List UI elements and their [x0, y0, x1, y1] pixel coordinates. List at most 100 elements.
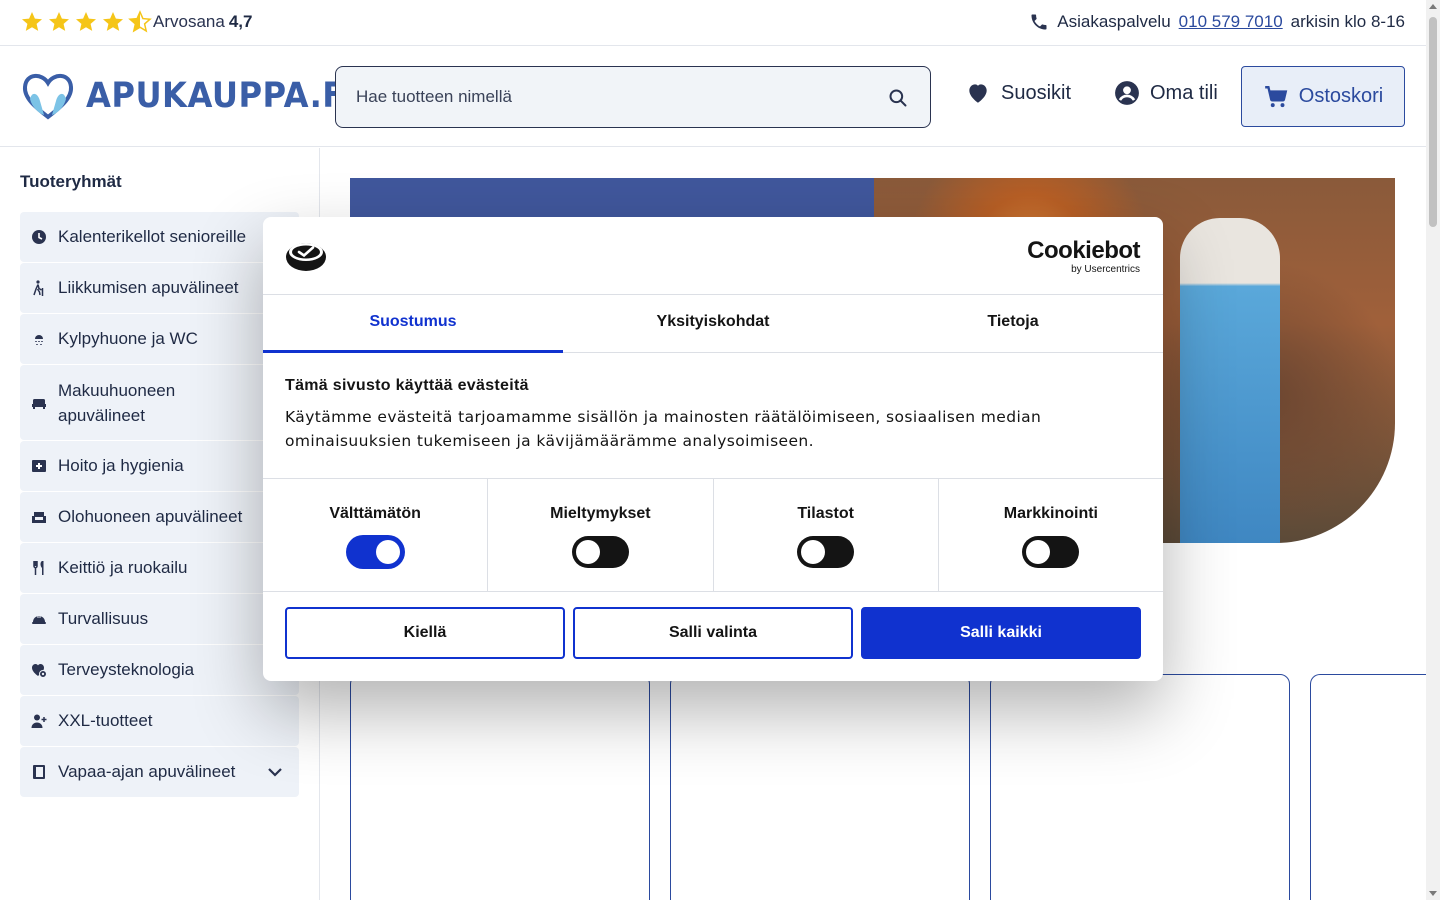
- deny-button[interactable]: Kiellä: [285, 607, 565, 659]
- toggle-label: Mieltymykset: [550, 505, 651, 522]
- sidebar-item-label: Vapaa-ajan apuvälineet: [58, 762, 236, 781]
- heart-tech-icon: [32, 664, 47, 678]
- sidebar-item-leisure[interactable]: Vapaa-ajan apuvälineet: [20, 747, 299, 797]
- sidebar-item-health-tech[interactable]: Terveysteknologia: [20, 645, 299, 695]
- allow-selection-button[interactable]: Salli valinta: [573, 607, 853, 659]
- search-box: [335, 66, 931, 128]
- consent-toggles: Välttämätön Mieltymykset Tilastot Markki…: [263, 478, 1163, 592]
- product-card[interactable]: [350, 674, 650, 900]
- toggle-preferences[interactable]: [571, 536, 629, 568]
- user-circle-icon: [1115, 81, 1139, 105]
- toggle-preferences-group: Mieltymykset: [488, 479, 714, 591]
- brand-sub: by Usercentrics: [1071, 264, 1140, 275]
- rating-stars: [20, 10, 152, 34]
- dialog-tabs: Suostumus Yksityiskohdat Tietoja: [263, 295, 1163, 353]
- search-input[interactable]: [336, 67, 930, 127]
- product-card[interactable]: [1310, 674, 1426, 900]
- scroll-thumb[interactable]: [1429, 17, 1437, 227]
- brand-name: Cookiebot: [1027, 237, 1140, 264]
- sidebar-item-bedroom[interactable]: Makuuhuoneen apuvälineet: [20, 365, 299, 440]
- dialog-body: Tämä sivusto käyttää evästeitä Käytämme …: [285, 377, 1141, 453]
- toggle-marketing[interactable]: [1022, 536, 1080, 568]
- hero-person-figure: [1180, 218, 1280, 543]
- star-icon: [22, 12, 42, 31]
- contact-label: Asiakaspalvelu: [1057, 12, 1171, 31]
- sidebar-item-label: Turvallisuus: [58, 609, 149, 628]
- cart-label: Ostoskori: [1298, 85, 1384, 107]
- user-plus-icon: [31, 714, 47, 728]
- account-label: Oma tili: [1150, 81, 1218, 104]
- account-link[interactable]: Oma tili: [1114, 80, 1218, 106]
- sidebar-item-label: Keittiö ja ruokailu: [58, 558, 188, 577]
- logo-text: APUKAUPPA.FI: [86, 76, 358, 116]
- scroll-down-arrow[interactable]: [1429, 891, 1437, 896]
- toggle-knob: [375, 540, 400, 564]
- sidebar-item-label: Kalenterikellot senioreille: [58, 227, 247, 246]
- cart-button[interactable]: Ostoskori: [1241, 66, 1405, 127]
- tab-details[interactable]: Yksityiskohdat: [563, 295, 863, 352]
- product-card[interactable]: [990, 674, 1290, 900]
- site-logo[interactable]: APUKAUPPA.FI: [20, 71, 381, 121]
- toggle-knob: [575, 540, 600, 564]
- sidebar-item-safety[interactable]: Turvallisuus: [20, 594, 299, 644]
- toggle-knob: [801, 540, 826, 564]
- star-icon: [76, 12, 96, 31]
- allow-all-button[interactable]: Salli kaikki: [861, 607, 1141, 659]
- toggle-knob: [1026, 540, 1051, 564]
- dialog-text: Käytämme evästeitä tarjoamamme sisällön …: [285, 408, 1042, 450]
- sidebar-item-label: Terveysteknologia: [58, 660, 195, 679]
- sidebar-item-care-hygiene[interactable]: Hoito ja hygienia: [20, 441, 299, 491]
- sidebar-item-label: XXL-tuotteet: [58, 711, 153, 730]
- tab-consent[interactable]: Suostumus: [263, 295, 563, 353]
- sidebar-item-kitchen[interactable]: Keittiö ja ruokailu: [20, 543, 299, 593]
- star-half-icon: [128, 10, 152, 33]
- logo-hands-heart-icon: [23, 74, 73, 120]
- cart-icon: [1264, 85, 1288, 107]
- heart-icon: [969, 84, 987, 103]
- sidebar-item-label: Kylpyhuone ja WC: [58, 329, 198, 348]
- toggle-necessary[interactable]: [346, 536, 404, 568]
- clock-icon: [32, 230, 46, 244]
- toggle-statistics-group: Tilastot: [714, 479, 939, 591]
- bed-icon: [32, 398, 46, 409]
- sidebar-item-label: Liikkumisen apuvälineet: [58, 278, 239, 297]
- toggle-necessary-group: Välttämätön: [263, 479, 489, 591]
- shower-icon: [35, 335, 43, 345]
- toggle-statistics[interactable]: [797, 536, 855, 568]
- book-icon: [33, 765, 45, 779]
- phone-link[interactable]: 010 579 7010: [1179, 12, 1283, 32]
- opening-hours: arkisin klo 8-16: [1290, 12, 1405, 31]
- helmet-icon: [32, 614, 46, 624]
- cookiebot-brand[interactable]: Cookiebot by Usercentrics: [1027, 237, 1140, 276]
- walking-cane-icon: [33, 280, 44, 296]
- sidebar-item-label: Makuuhuoneen apuvälineet: [58, 380, 176, 425]
- toggle-marketing-group: Markkinointi: [939, 479, 1163, 591]
- page-scrollbar[interactable]: [1426, 0, 1440, 900]
- sidebar-item-living-room[interactable]: Olohuoneen apuvälineet: [20, 492, 299, 542]
- toggle-label: Välttämätön: [329, 505, 421, 522]
- armchair-icon: [32, 512, 46, 523]
- chevron-down-icon[interactable]: [267, 765, 283, 779]
- customer-service: Asiakaspalvelu 010 579 7010 arkisin klo …: [1029, 12, 1405, 32]
- category-list: Kalenterikellot senioreille Liikkumisen …: [20, 212, 299, 798]
- sidebar-item-label: Olohuoneen apuvälineet: [58, 507, 243, 526]
- dialog-header: Cookiebot by Usercentrics: [263, 217, 1163, 295]
- sidebar-item-xxl[interactable]: XXL-tuotteet: [20, 696, 299, 746]
- favorites-link[interactable]: Suosikit: [965, 80, 1071, 106]
- first-aid-icon: [32, 460, 46, 472]
- dialog-title: Tämä sivusto käyttää evästeitä: [285, 377, 529, 394]
- sidebar-title: Tuoteryhmät: [20, 172, 122, 191]
- phone-icon: [1031, 14, 1047, 30]
- rating-value: 4,7: [228, 12, 253, 31]
- tab-about[interactable]: Tietoja: [863, 295, 1163, 352]
- sidebar-item-calendar-clocks[interactable]: Kalenterikellot senioreille: [20, 212, 299, 262]
- scroll-up-arrow[interactable]: [1429, 4, 1437, 9]
- sidebar-item-label: Hoito ja hygienia: [58, 456, 184, 475]
- product-card[interactable]: [670, 674, 970, 900]
- sidebar-item-bathroom[interactable]: Kylpyhuone ja WC: [20, 314, 299, 364]
- cookie-consent-dialog: Cookiebot by Usercentrics Suostumus Yksi…: [263, 217, 1163, 681]
- toggle-label: Markkinointi: [1003, 505, 1098, 522]
- sidebar-item-mobility[interactable]: Liikkumisen apuvälineet: [20, 263, 299, 313]
- site-header: APUKAUPPA.FI Suosikit Oma tili Ostoskori: [0, 47, 1426, 147]
- search-icon[interactable]: [888, 88, 908, 108]
